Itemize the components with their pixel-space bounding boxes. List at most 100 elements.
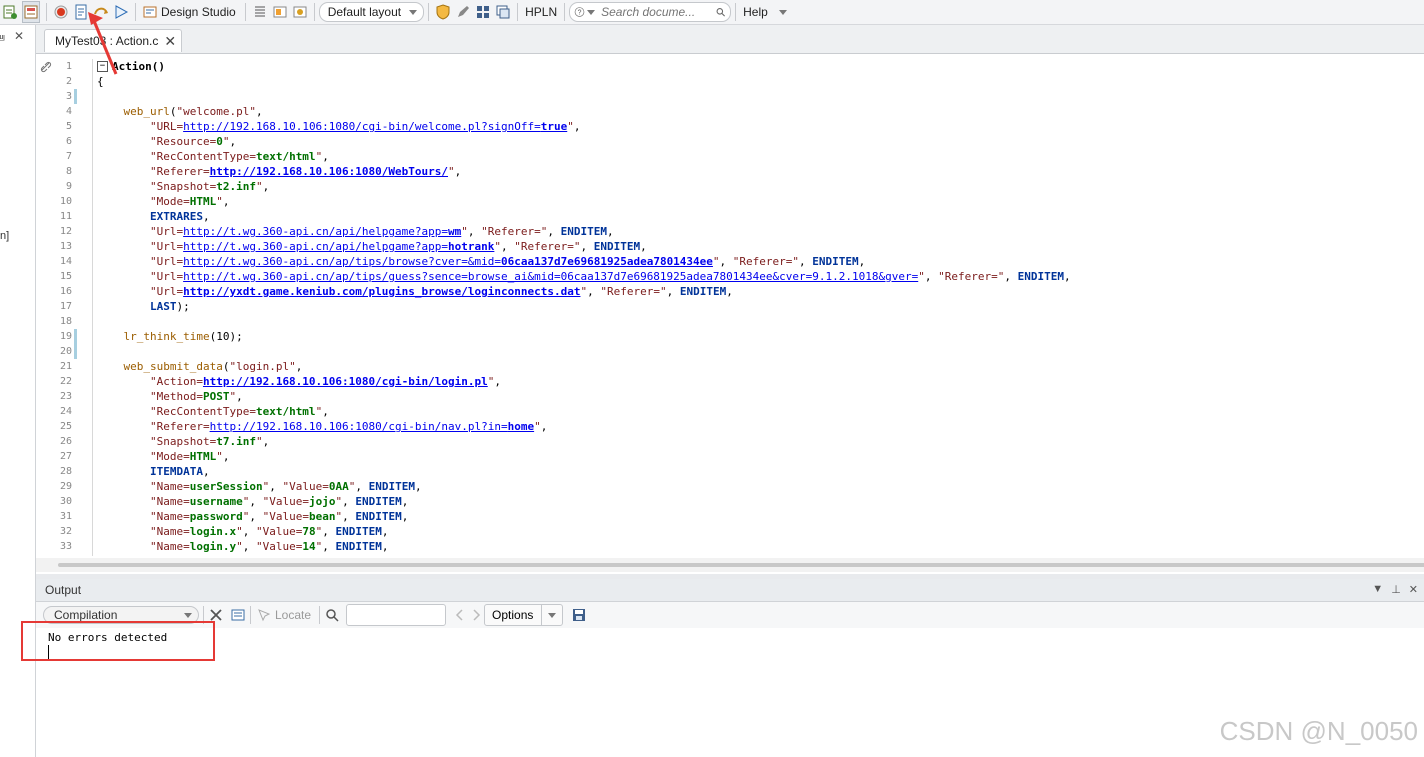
previous-icon[interactable] — [452, 607, 468, 623]
toolbar-separator — [244, 3, 246, 21]
new-script-icon[interactable] — [2, 2, 18, 22]
chevron-down-icon[interactable]: ▼ — [1372, 583, 1383, 596]
code-line: { — [97, 75, 104, 88]
chevron-down-icon[interactable] — [778, 9, 787, 15]
horizontal-scrollbar[interactable] — [36, 558, 1424, 572]
design-studio-icon — [143, 6, 157, 18]
output-search-input[interactable] — [346, 604, 447, 626]
recent-scripts-icon[interactable] — [22, 1, 40, 23]
code-line: "Name=login.x", "Value=78", ENDITEM, — [149, 525, 389, 538]
left-panel-partial-text: n] — [0, 230, 10, 242]
snapshot-icon[interactable] — [272, 2, 288, 22]
output-toolbar: Compilation Locate Options — [36, 602, 1424, 628]
locate-button[interactable]: Locate — [271, 608, 315, 622]
toolbar-separator — [135, 3, 136, 21]
code-line: "Referer=http://192.168.10.106:1080/WebT… — [149, 165, 462, 178]
toolbar-separator — [564, 3, 566, 21]
change-marker — [74, 344, 77, 359]
toolbar-separator — [313, 3, 315, 21]
line-number-gutter: 1 2 3 4 5 6 7 8 9 10 11 12 13 14 15 16 17 18 19 20 21 22 23 24 2… — [56, 59, 93, 556]
chevron-down-icon — [409, 9, 418, 15]
close-icon[interactable]: ✕ — [1409, 583, 1418, 596]
chevron-down-icon — [184, 612, 192, 618]
help-menu[interactable]: Help — [740, 5, 771, 19]
hpln-link[interactable]: HPLN — [522, 5, 560, 19]
line-number: 10 — [59, 196, 72, 207]
chevron-down-icon — [587, 9, 596, 15]
toolbar-separator — [517, 3, 519, 21]
code-line: ITEMDATA, — [149, 465, 210, 478]
link-icon[interactable] — [39, 60, 53, 74]
line-number: 18 — [59, 316, 72, 327]
step-list-icon[interactable] — [252, 2, 268, 22]
shield-icon[interactable] — [435, 2, 451, 22]
line-number: 24 — [59, 406, 72, 417]
close-icon[interactable]: ✕ — [164, 33, 176, 50]
line-number: 19 — [59, 331, 72, 342]
layout-dropdown[interactable]: Default layout — [318, 2, 425, 22]
search-input[interactable] — [599, 4, 716, 20]
line-number: 29 — [59, 481, 72, 492]
code-line: "RecContentType=text/html", — [149, 405, 329, 418]
line-number: 14 — [59, 256, 72, 267]
windows-icon[interactable] — [495, 2, 511, 22]
options-label: Options — [492, 608, 534, 622]
code-line: "Name=userSession", "Value=0AA", ENDITEM… — [149, 480, 422, 493]
grid-icon[interactable] — [475, 2, 491, 22]
line-number: 28 — [59, 466, 72, 477]
layout-dropdown-value: Default layout — [327, 5, 402, 19]
line-number: 8 — [65, 166, 72, 177]
code-lines: − Action(){ web_url("welcome.pl", "URL=ht… — [97, 59, 1071, 554]
line-number: 9 — [65, 181, 72, 192]
code-line: "Mode=HTML", — [149, 195, 230, 208]
line-number: 31 — [59, 511, 72, 522]
copy-icon[interactable] — [230, 607, 246, 623]
code-line: "Snapshot=t2.inf", — [149, 180, 270, 193]
pin-icon[interactable]: ⩏ — [0, 30, 5, 45]
line-number: 11 — [59, 211, 72, 222]
line-number: 15 — [59, 271, 72, 282]
line-number: 32 — [59, 526, 72, 537]
output-content[interactable]: No errors detected — [36, 629, 1424, 757]
code-line: web_submit_data("login.pl", — [123, 360, 303, 373]
line-number: 27 — [59, 451, 72, 462]
line-number: 25 — [59, 421, 72, 432]
design-studio-button[interactable]: Design Studio — [142, 2, 239, 22]
svg-text:?: ? — [578, 9, 582, 16]
code-line: "URL=http://192.168.10.106:1080/cgi-bin/… — [149, 120, 581, 133]
toolbar-separator — [250, 606, 251, 624]
next-icon[interactable] — [468, 607, 484, 623]
line-number: 2 — [65, 76, 72, 87]
toolbar-separator — [735, 3, 737, 21]
main-toolbar: Design Studio Default layout HPLN ? Help — [0, 0, 1424, 25]
line-number: 26 — [59, 436, 72, 447]
code-editor[interactable]: 1 2 3 4 5 6 7 8 9 10 11 12 13 14 15 16 17 18 19 20 21 22 23 24 2… — [36, 54, 1424, 556]
code-line: "Url=http://t.wg.360-api.cn/ap/tips/brow… — [149, 255, 866, 268]
highlight-box — [21, 621, 215, 661]
code-line: "Mode=HTML", — [149, 450, 230, 463]
code-line: "Method=POST", — [149, 390, 243, 403]
search-icon[interactable] — [715, 4, 726, 20]
line-number: 20 — [59, 346, 72, 357]
output-title: Output — [45, 583, 82, 597]
pen-icon[interactable] — [455, 2, 471, 22]
code-line: "Name=username", "Value=jojo", ENDITEM, — [149, 495, 409, 508]
pin-icon[interactable]: ⊥ — [1391, 583, 1401, 596]
search-icon[interactable] — [324, 607, 340, 623]
search-documentation[interactable]: ? — [569, 2, 732, 22]
line-number: 5 — [65, 121, 72, 132]
line-number: 7 — [65, 151, 72, 162]
scrollbar-thumb[interactable] — [58, 563, 1424, 567]
close-icon[interactable]: ✕ — [14, 29, 24, 43]
snapshot-compare-icon[interactable] — [292, 2, 308, 22]
options-button[interactable]: Options — [484, 604, 564, 626]
code-line: "RecContentType=text/html", — [149, 150, 329, 163]
line-number: 6 — [65, 136, 72, 147]
record-icon[interactable] — [53, 2, 69, 22]
save-icon[interactable] — [571, 607, 587, 623]
output-header: Output ▼ ⊥ ✕ — [36, 579, 1424, 602]
line-number: 22 — [59, 376, 72, 387]
